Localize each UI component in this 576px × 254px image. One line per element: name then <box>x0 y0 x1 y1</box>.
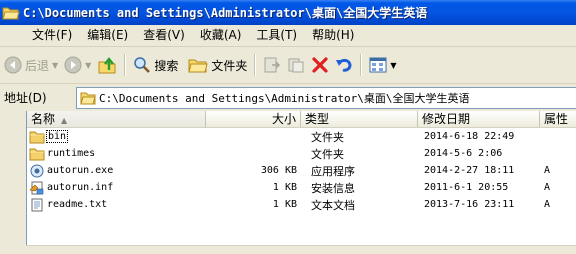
file-size: 1 KB <box>272 182 297 193</box>
file-type: 应用程序 <box>311 164 355 178</box>
menu-bar: 文件(F) 编辑(E) 查看(V) 收藏(A) 工具(T) 帮助(H) <box>0 25 576 47</box>
views-icon <box>369 57 387 73</box>
file-type: 文件夹 <box>311 147 344 161</box>
folder-open-icon <box>2 7 20 19</box>
folder-open-icon <box>80 92 96 105</box>
file-type: 文件夹 <box>311 130 344 144</box>
name-cell: readme.txt <box>27 198 206 212</box>
exe-icon <box>30 164 44 177</box>
up-folder-button[interactable] <box>94 53 120 77</box>
column-header-name[interactable]: 名称 ▲ <box>27 111 206 127</box>
up-folder-icon <box>98 57 116 74</box>
column-modified-label: 修改日期 <box>422 112 471 126</box>
toolbar: 后退 ▼ ▼ 搜索 文件夹 ▼ <box>0 47 576 84</box>
menu-view[interactable]: 查看(V) <box>135 26 192 45</box>
file-modified: 2014-2-27 18:11 <box>424 165 515 176</box>
sort-ascending-icon: ▲ <box>61 116 68 125</box>
file-name: bin <box>45 130 69 143</box>
file-size: 306 KB <box>260 165 297 176</box>
undo-button[interactable] <box>332 53 356 77</box>
folders-icon <box>188 59 208 73</box>
forward-arrow-icon <box>64 56 82 74</box>
file-attributes: A <box>544 165 551 176</box>
column-name-label: 名称 <box>31 112 56 126</box>
forward-dropdown-icon[interactable]: ▼ <box>85 61 91 70</box>
toolbar-separator <box>254 54 257 76</box>
menu-favorites[interactable]: 收藏(A) <box>192 26 249 45</box>
file-size: 1 KB <box>272 199 297 210</box>
file-name: autorun.exe <box>47 165 114 176</box>
file-rows: bin 文件夹 2014-6-18 22:49 runtimes 文件夹 201… <box>27 128 576 213</box>
name-cell: autorun.exe <box>27 164 206 178</box>
search-button[interactable]: 搜索 <box>130 53 181 77</box>
search-label: 搜索 <box>154 58 179 73</box>
column-header-attributes[interactable]: 属性 <box>540 111 576 127</box>
address-bar: 地址(D) <box>0 84 576 111</box>
copy-to-button[interactable] <box>284 53 308 77</box>
undo-icon <box>336 58 352 72</box>
name-cell: bin <box>27 130 206 144</box>
address-input[interactable] <box>99 91 559 105</box>
back-label: 后退 <box>25 58 50 73</box>
move-to-icon <box>264 57 281 73</box>
toolbar-separator <box>360 54 363 76</box>
back-dropdown-icon[interactable]: ▼ <box>52 61 58 70</box>
address-label: 地址(D) <box>4 91 47 105</box>
left-gutter <box>0 111 26 254</box>
delete-button[interactable] <box>308 53 332 77</box>
delete-x-icon <box>312 57 328 73</box>
title-bar[interactable]: C:\Documents and Settings\Administrator\… <box>0 0 576 25</box>
views-dropdown-icon[interactable]: ▼ <box>390 61 396 70</box>
list-item[interactable]: runtimes 文件夹 2014-5-6 2:06 <box>27 145 576 162</box>
list-item[interactable]: bin 文件夹 2014-6-18 22:49 <box>27 128 576 145</box>
column-header-row: 名称 ▲ 大小 类型 修改日期 属性 <box>27 111 576 128</box>
list-item[interactable]: autorun.exe 306 KB 应用程序 2014-2-27 18:11 … <box>27 162 576 179</box>
address-box[interactable] <box>76 87 576 109</box>
window-title: C:\Documents and Settings\Administrator\… <box>23 6 428 20</box>
menu-file[interactable]: 文件(F) <box>24 26 79 45</box>
file-attributes: A <box>544 182 551 193</box>
list-item[interactable]: readme.txt 1 KB 文本文档 2013-7-16 23:11 A <box>27 196 576 213</box>
toolbar-separator <box>124 54 127 76</box>
file-list[interactable]: 名称 ▲ 大小 类型 修改日期 属性 bin 文件夹 2014-6-18 22:… <box>26 111 576 245</box>
menu-help[interactable]: 帮助(H) <box>304 26 361 45</box>
menu-edit[interactable]: 编辑(E) <box>79 26 135 45</box>
file-modified: 2014-5-6 2:06 <box>424 148 503 159</box>
menu-tools[interactable]: 工具(T) <box>248 26 304 45</box>
back-arrow-icon <box>4 56 22 74</box>
forward-button[interactable]: ▼ <box>61 53 94 77</box>
list-item[interactable]: autorun.inf 1 KB 安装信息 2011-6-1 20:55 A <box>27 179 576 196</box>
column-size-label: 大小 <box>271 112 296 126</box>
file-name: readme.txt <box>47 199 108 210</box>
column-header-type[interactable]: 类型 <box>301 111 418 127</box>
file-attributes: A <box>544 199 551 210</box>
file-type: 安装信息 <box>311 181 355 195</box>
explorer-window: C:\Documents and Settings\Administrator\… <box>0 0 576 254</box>
file-type: 文本文档 <box>311 198 355 212</box>
folder-icon <box>29 148 45 160</box>
folders-label: 文件夹 <box>211 58 248 73</box>
name-cell: autorun.inf <box>27 181 206 195</box>
file-modified: 2014-6-18 22:49 <box>424 131 515 142</box>
column-attributes-label: 属性 <box>544 112 569 126</box>
file-name: runtimes <box>47 148 96 159</box>
back-button[interactable]: 后退 ▼ <box>1 53 61 77</box>
list-bottom-edge <box>26 245 576 254</box>
folder-icon <box>29 131 45 143</box>
file-name: autorun.inf <box>47 182 114 193</box>
column-header-size[interactable]: 大小 <box>206 111 301 127</box>
column-header-modified[interactable]: 修改日期 <box>418 111 540 127</box>
name-cell: runtimes <box>27 147 206 161</box>
search-icon <box>134 57 151 73</box>
move-to-button[interactable] <box>260 53 284 77</box>
views-button[interactable]: ▼ <box>366 53 399 77</box>
file-modified: 2013-7-16 23:11 <box>424 199 515 210</box>
column-type-label: 类型 <box>305 112 330 126</box>
text-document-icon <box>31 198 43 211</box>
copy-to-icon <box>288 58 304 73</box>
setup-info-icon <box>29 181 44 194</box>
file-modified: 2011-6-1 20:55 <box>424 182 509 193</box>
folders-button[interactable]: 文件夹 <box>185 53 250 77</box>
